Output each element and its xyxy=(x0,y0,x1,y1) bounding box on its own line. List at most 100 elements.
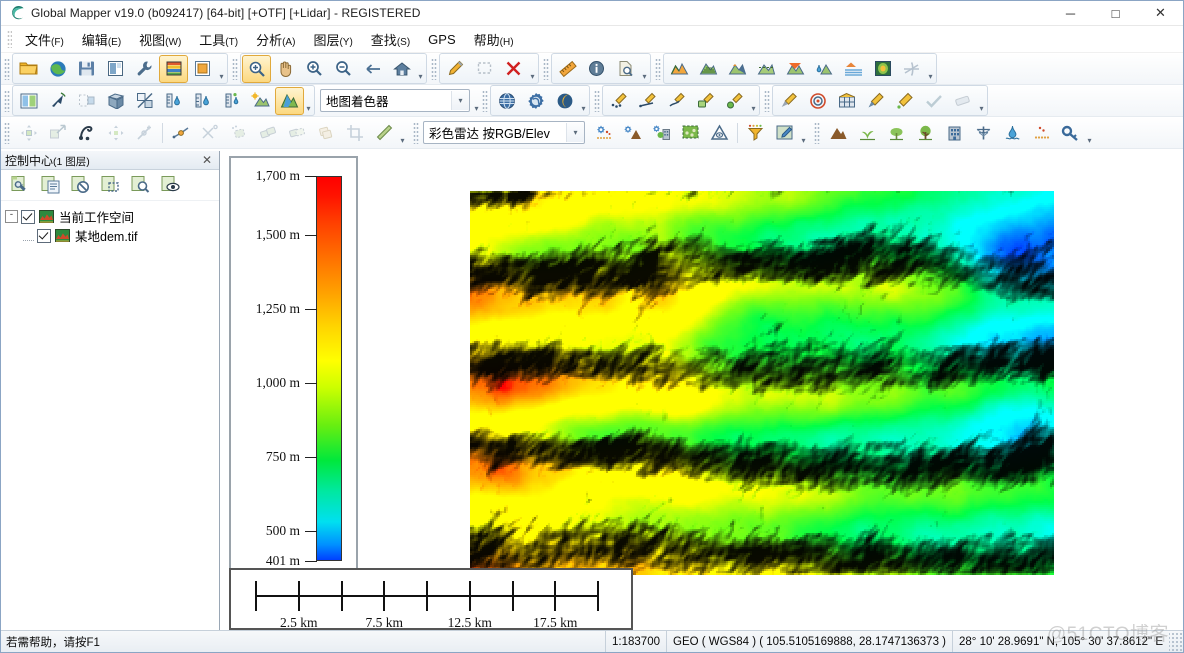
toolbar-overflow-edit[interactable]: ▾ xyxy=(528,55,537,83)
cancel-eraser-icon[interactable] xyxy=(948,87,977,115)
measure-pencil-icon[interactable] xyxy=(369,119,398,147)
close-button[interactable]: ✕ xyxy=(1138,1,1183,25)
tree-expander[interactable]: - xyxy=(5,210,18,223)
toolbar-grip[interactable] xyxy=(4,57,10,80)
toolbar-overflow-classify[interactable]: ▾ xyxy=(799,119,808,147)
select-feature-arrow-icon[interactable] xyxy=(43,87,72,115)
contour-generate-icon[interactable] xyxy=(694,55,723,83)
lidar-edit-icon[interactable] xyxy=(890,87,919,115)
tree-node-workspace[interactable]: - 当前工作空间 xyxy=(5,207,215,226)
move-feature-icon[interactable] xyxy=(14,119,43,147)
toolbar-grip[interactable] xyxy=(4,121,10,144)
tree-checkbox[interactable] xyxy=(37,228,51,243)
water-level-icon[interactable] xyxy=(188,87,217,115)
digitizer-pencil-icon[interactable] xyxy=(441,55,470,83)
sensor-depth-icon[interactable] xyxy=(217,87,246,115)
control-center-icon[interactable] xyxy=(159,54,188,83)
menu-layers[interactable]: 图层(Y) xyxy=(304,27,361,52)
lidar-path-icon[interactable] xyxy=(662,87,691,115)
class-low-veg-icon[interactable] xyxy=(853,119,882,147)
toolbar-grip[interactable] xyxy=(543,57,549,80)
open-folder-icon[interactable] xyxy=(14,55,43,83)
terrain-sun-icon[interactable] xyxy=(246,87,275,115)
toolbar-grip[interactable] xyxy=(594,89,600,112)
projection-globe-icon[interactable] xyxy=(492,87,521,115)
color-raster-icon[interactable] xyxy=(868,55,897,83)
combine-areas-icon[interactable] xyxy=(253,119,282,147)
tree-node-layer[interactable]: 某地dem.tif xyxy=(5,226,215,245)
split-line-icon[interactable] xyxy=(166,119,195,147)
layer-metadata-icon[interactable] xyxy=(36,171,66,199)
toolbar-overflow-classes[interactable]: ▾ xyxy=(1085,119,1094,147)
dem-raster-layer[interactable] xyxy=(470,191,1054,575)
lidar-warning-icon[interactable] xyxy=(705,119,734,147)
rotate-feature-icon[interactable] xyxy=(72,119,101,147)
layer-crop-icon[interactable] xyxy=(96,171,126,199)
search-document-icon[interactable] xyxy=(611,55,640,83)
view-3d-icon[interactable] xyxy=(101,87,130,115)
split-view-icon[interactable] xyxy=(14,87,43,115)
lidar-ground-icon[interactable] xyxy=(618,119,647,147)
copy-area-icon[interactable] xyxy=(224,119,253,147)
pan-hand-icon[interactable] xyxy=(271,55,300,83)
toolbar-grip[interactable] xyxy=(655,57,661,80)
lidar-brush-icon[interactable] xyxy=(861,87,890,115)
save-workspace-icon[interactable] xyxy=(72,55,101,83)
layer-close-icon[interactable] xyxy=(66,171,96,199)
menu-view[interactable]: 视图(W) xyxy=(130,27,190,52)
toolbar-overflow-view[interactable]: ▾ xyxy=(304,87,313,115)
lidar-target-icon[interactable] xyxy=(803,87,832,115)
maximize-button[interactable]: □ xyxy=(1093,1,1138,25)
move-vertex-icon[interactable] xyxy=(101,119,130,147)
toolbar-grip[interactable] xyxy=(764,89,770,112)
lidar-classify-icon[interactable] xyxy=(589,119,618,147)
full-view-home-icon[interactable] xyxy=(387,55,416,83)
toolbar-grip[interactable] xyxy=(4,89,10,112)
water-depth-icon[interactable] xyxy=(159,87,188,115)
view-shed-icon[interactable] xyxy=(752,55,781,83)
status-scale[interactable]: 1:183700 xyxy=(605,631,666,652)
crop-tool-icon[interactable] xyxy=(340,119,369,147)
add-vertex-icon[interactable] xyxy=(130,119,159,147)
toolbar-grip[interactable] xyxy=(413,121,419,144)
water-level-rise-icon[interactable] xyxy=(810,55,839,83)
class-powerline-icon[interactable] xyxy=(969,119,998,147)
minimize-button[interactable]: ─ xyxy=(1048,1,1093,25)
open-online-data-icon[interactable] xyxy=(43,55,72,83)
duplicate-area-icon[interactable] xyxy=(311,119,340,147)
lidar-paint-icon[interactable] xyxy=(774,87,803,115)
chevron-down-icon[interactable]: ▾ xyxy=(451,91,469,110)
measure-ruler-icon[interactable] xyxy=(553,55,582,83)
lidar-points-icon[interactable] xyxy=(604,87,633,115)
layer-options-icon[interactable] xyxy=(6,171,36,199)
select-lasso-icon[interactable] xyxy=(470,55,499,83)
zoom-out-icon[interactable] xyxy=(329,55,358,83)
layer-visibility-icon[interactable] xyxy=(156,171,186,199)
tree-checkbox[interactable] xyxy=(21,209,35,224)
shader-combo[interactable]: 地图着色器 ▾ xyxy=(320,89,470,112)
status-coordinates[interactable]: 28° 10' 28.9691" N, 105° 30' 37.8612" E xyxy=(952,631,1169,652)
menu-analysis[interactable]: 分析(A) xyxy=(247,27,304,52)
lidar-point-green-icon[interactable] xyxy=(720,87,749,115)
map-view[interactable]: 1,700 m 1,500 m 1,250 m 1,000 m 750 m 500 m 40… xyxy=(220,151,1183,630)
toolbar-grip[interactable] xyxy=(482,89,488,112)
zoom-in-icon[interactable] xyxy=(300,55,329,83)
class-med-veg-icon[interactable] xyxy=(882,119,911,147)
menu-tools[interactable]: 工具(T) xyxy=(190,27,247,52)
globe-gear-icon[interactable] xyxy=(521,87,550,115)
lidar-filter-icon[interactable] xyxy=(741,119,770,147)
lidar-picker-icon[interactable] xyxy=(770,119,799,147)
toolbar-overflow-shader[interactable]: ▾ xyxy=(472,87,481,115)
toolbar-overflow-projection[interactable]: ▾ xyxy=(579,87,588,115)
terrain-layers-icon[interactable] xyxy=(839,55,868,83)
menu-grip[interactable] xyxy=(7,30,12,48)
delete-red-x-icon[interactable] xyxy=(499,55,528,83)
path-profile-icon[interactable] xyxy=(897,55,926,83)
toolbar-grip[interactable] xyxy=(431,57,437,80)
toolbar-overflow-lidar-edit[interactable]: ▾ xyxy=(977,87,986,115)
class-water-icon[interactable] xyxy=(998,119,1027,147)
toolbar-overflow-feature[interactable]: ▾ xyxy=(398,119,407,147)
compare-layers-icon[interactable] xyxy=(130,87,159,115)
zoom-select-icon[interactable] xyxy=(242,54,271,83)
toolbar-overflow-nav[interactable]: ▾ xyxy=(416,55,425,83)
